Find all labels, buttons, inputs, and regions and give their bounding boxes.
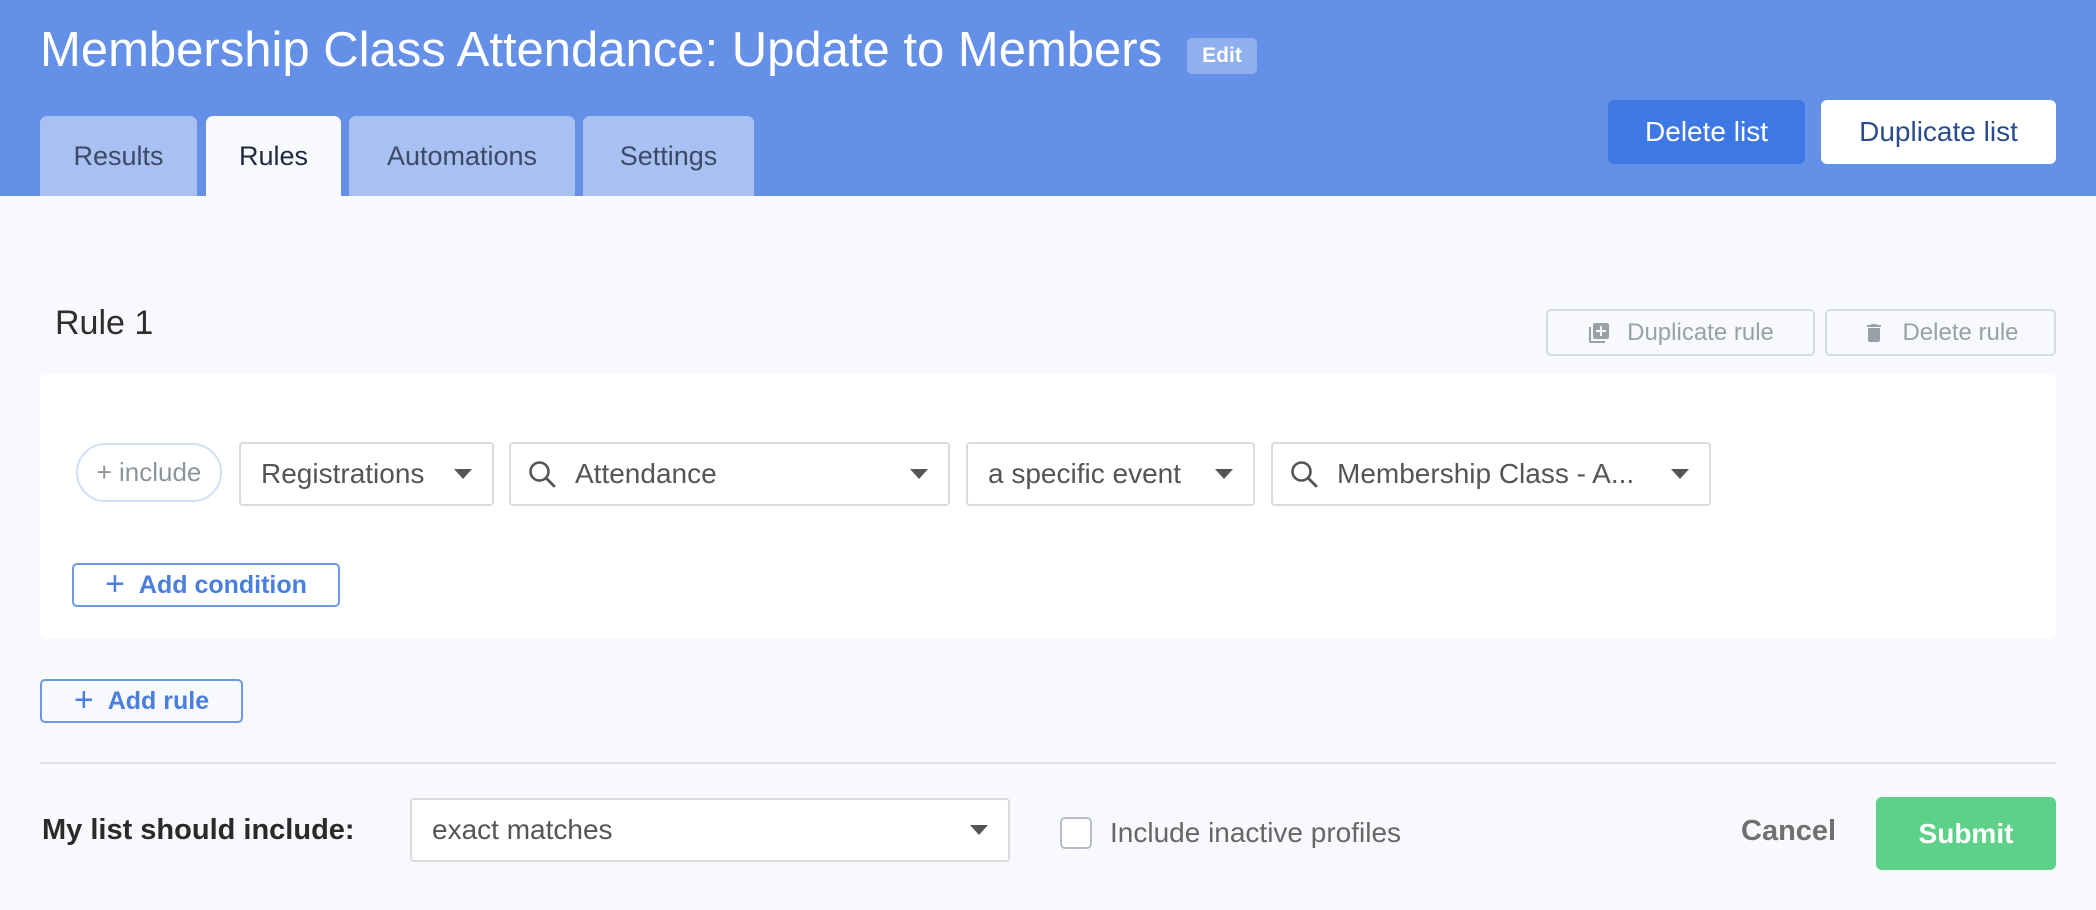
chevron-down-icon [910, 469, 928, 479]
delete-list-button[interactable]: Delete list [1608, 100, 1805, 164]
list-include-label: My list should include: [42, 814, 355, 846]
chevron-down-icon [970, 825, 988, 835]
page-title: Membership Class Attendance: Update to M… [40, 23, 1163, 77]
rule-card [40, 374, 2056, 638]
trash-icon [1867, 323, 1882, 342]
condition-value-select[interactable]: Membership Class - A... [1271, 442, 1711, 506]
include-toggle[interactable]: + include [76, 443, 222, 502]
chevron-down-icon [454, 469, 472, 479]
rule-title: Rule 1 [55, 304, 154, 342]
duplicate-rule-label: Duplicate rule [1627, 318, 1774, 346]
duplicate-list-button[interactable]: Duplicate list [1821, 100, 2056, 164]
cancel-button[interactable]: Cancel [1741, 815, 1836, 848]
duplicate-rule-button[interactable]: Duplicate rule [1546, 309, 1815, 356]
add-condition-label: Add condition [138, 570, 307, 599]
condition-category-select[interactable]: Registrations [239, 442, 494, 506]
plus-icon: + [105, 564, 125, 603]
match-mode-value: exact matches [432, 814, 613, 845]
add-condition-button[interactable]: + Add condition [72, 563, 340, 607]
condition-operator-select[interactable]: a specific event [966, 442, 1255, 506]
chevron-down-icon [1671, 469, 1689, 479]
edit-title-button[interactable]: Edit [1187, 38, 1257, 74]
tab-settings[interactable]: Settings [583, 116, 754, 196]
chevron-down-icon [1215, 469, 1233, 479]
search-icon [529, 461, 556, 488]
page-header: Membership Class Attendance: Update to M… [0, 0, 2096, 196]
match-mode-select[interactable]: exact matches [410, 798, 1010, 862]
condition-operator-value: a specific event [988, 458, 1181, 489]
plus-icon: + [73, 680, 94, 719]
include-inactive-checkbox[interactable] [1060, 817, 1092, 849]
condition-field-value: Attendance [575, 458, 717, 489]
search-icon [1291, 461, 1318, 488]
tab-results[interactable]: Results [40, 116, 197, 196]
condition-field-select[interactable]: Attendance [509, 442, 950, 506]
submit-button[interactable]: Submit [1876, 797, 2056, 870]
footer-divider [40, 762, 2056, 764]
delete-rule-button[interactable]: Delete rule [1825, 309, 2056, 356]
duplicate-icon [1589, 322, 1610, 343]
tab-automations[interactable]: Automations [349, 116, 575, 196]
delete-rule-label: Delete rule [1902, 318, 2019, 346]
add-rule-button[interactable]: + Add rule [40, 679, 243, 723]
tab-rules[interactable]: Rules [206, 116, 341, 196]
condition-value-text: Membership Class - A... [1337, 458, 1635, 489]
add-rule-label: Add rule [107, 686, 210, 715]
condition-category-value: Registrations [261, 458, 425, 489]
include-inactive-label[interactable]: Include inactive profiles [1110, 817, 1401, 849]
